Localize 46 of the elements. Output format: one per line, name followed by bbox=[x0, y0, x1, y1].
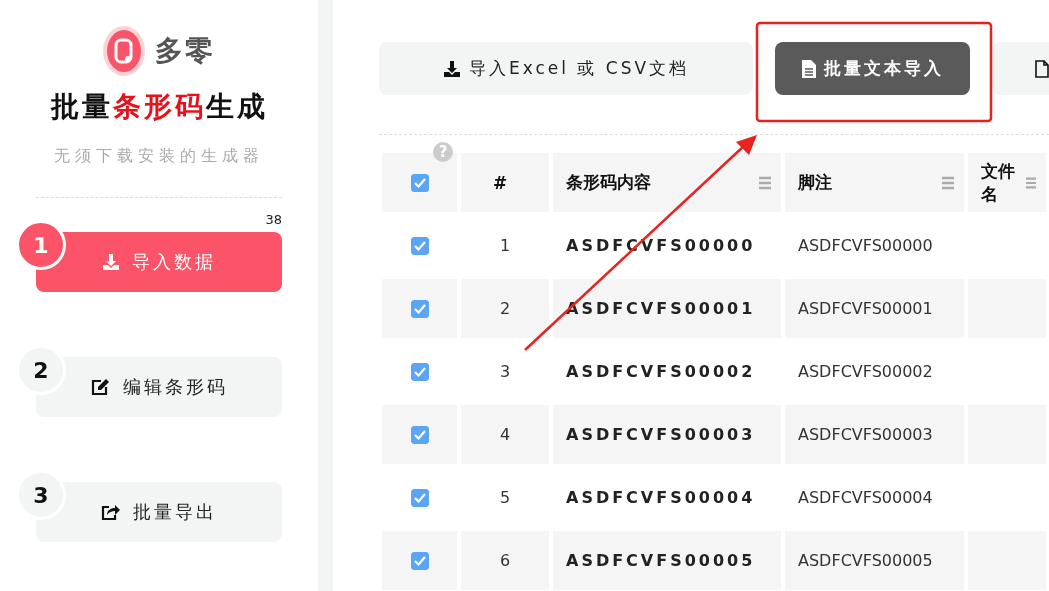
step-number: 3 bbox=[16, 470, 66, 520]
download-icon bbox=[102, 253, 120, 271]
checkbox[interactable] bbox=[410, 173, 429, 192]
step-number: 1 bbox=[16, 220, 66, 270]
app-title: 批量条形码生成 bbox=[50, 89, 268, 125]
toolbar-button[interactable]: 批量文本导入 bbox=[775, 42, 970, 95]
table-cell: ASDFCVFS00003 bbox=[553, 405, 781, 464]
share-icon bbox=[101, 503, 121, 521]
logo-icon bbox=[103, 26, 145, 76]
download-icon bbox=[442, 59, 461, 78]
row-number: 4 bbox=[461, 405, 549, 464]
checkbox[interactable] bbox=[410, 488, 429, 507]
checkbox[interactable] bbox=[410, 425, 429, 444]
app-subtitle: 无须下载安装的生成器 bbox=[54, 146, 264, 167]
table-cell: ASDFCVFS00001 bbox=[785, 279, 964, 338]
table-cell-text: ASDFCVFS00004 bbox=[565, 487, 757, 509]
row-number: 5 bbox=[498, 487, 512, 509]
table-cell: ASDFCVFS00005 bbox=[553, 531, 781, 590]
row-number: 1 bbox=[498, 235, 512, 257]
menu-icon[interactable] bbox=[942, 175, 954, 190]
document-icon bbox=[1035, 59, 1049, 78]
checkbox[interactable] bbox=[410, 299, 429, 318]
toolbar-button[interactable]: 导入Excel 或 CSV文档 bbox=[379, 42, 753, 95]
count-label: 38 bbox=[265, 212, 282, 227]
row-number: 6 bbox=[461, 531, 549, 590]
brand-name: 多零 bbox=[155, 33, 215, 69]
menu-icon[interactable] bbox=[1025, 175, 1036, 190]
column-header[interactable]: 脚注 bbox=[785, 153, 964, 212]
table-cell-text: ASDFCVFS00002 bbox=[797, 361, 934, 383]
row-number: 3 bbox=[498, 361, 512, 383]
table-cell-text: ASDFCVFS00000 bbox=[797, 235, 934, 257]
column-header[interactable]: 文件名 bbox=[968, 153, 1046, 212]
edit-icon bbox=[90, 378, 111, 396]
menu-icon[interactable] bbox=[759, 175, 771, 190]
table-cell: ASDFCVFS00005 bbox=[785, 531, 964, 590]
column-header[interactable]: # bbox=[461, 153, 549, 212]
checkbox[interactable] bbox=[410, 362, 429, 381]
table-cell-text: ASDFCVFS00004 bbox=[797, 487, 934, 509]
checkbox[interactable] bbox=[410, 236, 429, 255]
step-number: 2 bbox=[16, 345, 66, 395]
checkbox[interactable] bbox=[410, 551, 429, 570]
document-icon bbox=[801, 59, 816, 78]
column-header[interactable]: 条形码内容 bbox=[553, 153, 781, 212]
table-cell: ASDFCVFS00003 bbox=[785, 405, 964, 464]
table-cell-text: ASDFCVFS00002 bbox=[565, 361, 757, 383]
row-number: 2 bbox=[461, 279, 549, 338]
